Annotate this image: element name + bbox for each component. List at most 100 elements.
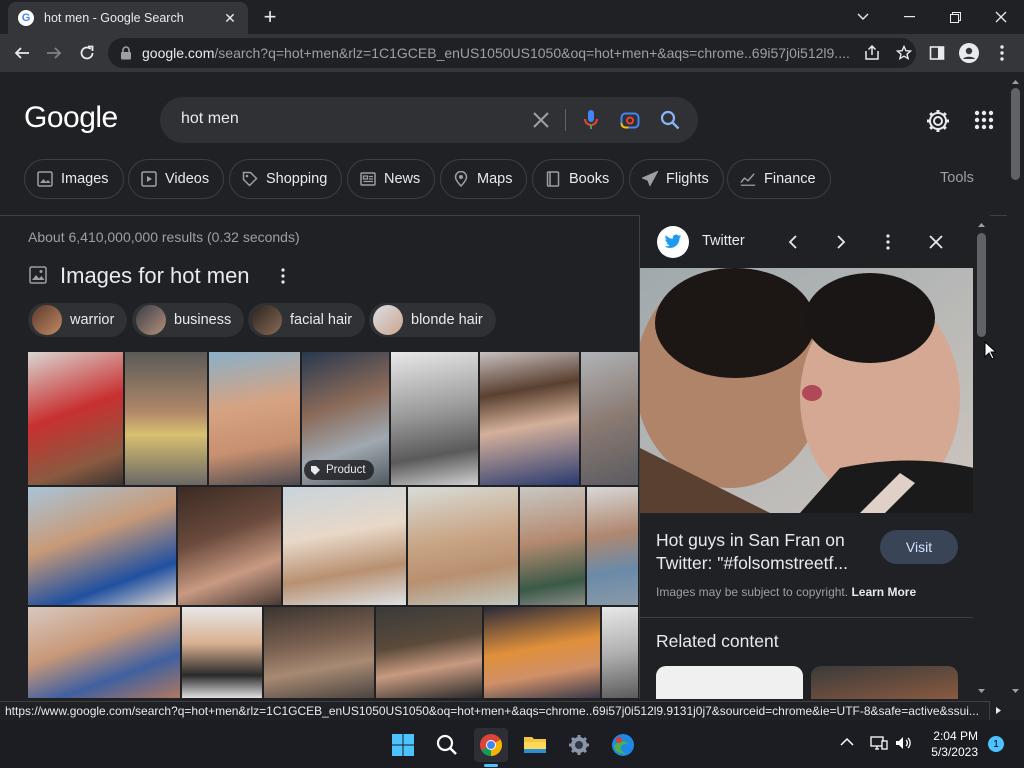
share-icon[interactable] bbox=[864, 45, 880, 61]
images-heading[interactable]: Images for hot men bbox=[60, 263, 250, 289]
new-tab-button[interactable]: + bbox=[258, 6, 282, 30]
chrome-taskbar-icon[interactable] bbox=[474, 728, 508, 762]
windows-start-icon[interactable] bbox=[386, 728, 420, 762]
show-hidden-icons-icon[interactable] bbox=[840, 737, 854, 747]
image-result[interactable] bbox=[480, 352, 579, 485]
refine-chip-warrior[interactable]: warrior bbox=[28, 303, 128, 337]
clear-search-icon[interactable] bbox=[532, 111, 550, 129]
side-panel-icon[interactable] bbox=[925, 41, 949, 65]
avatar bbox=[136, 305, 166, 335]
volume-icon[interactable] bbox=[895, 736, 913, 750]
more-options-icon[interactable] bbox=[876, 230, 900, 254]
search-divider bbox=[565, 109, 566, 131]
search-input[interactable]: hot men bbox=[181, 110, 239, 128]
image-result[interactable] bbox=[520, 487, 585, 605]
chip-books[interactable]: Books bbox=[532, 159, 625, 199]
search-box[interactable]: hot men bbox=[160, 97, 698, 143]
settings-gear-icon[interactable] bbox=[925, 108, 951, 134]
image-result[interactable] bbox=[28, 487, 176, 605]
address-bar[interactable]: google.com/search?q=hot+men&rlz=1C1GCEB_… bbox=[108, 38, 916, 68]
close-window-button[interactable] bbox=[983, 4, 1019, 30]
edge-browser-icon[interactable] bbox=[606, 728, 640, 762]
windows-taskbar: 2:04 PM 5/3/2023 1 bbox=[0, 720, 1024, 768]
preview-title[interactable]: Hot guys in San Fran on Twitter: "#folso… bbox=[656, 529, 876, 575]
chip-finance[interactable]: Finance bbox=[727, 159, 831, 199]
url-text[interactable]: google.com/search?q=hot+men&rlz=1C1GCEB_… bbox=[142, 45, 852, 61]
minimize-button[interactable] bbox=[891, 4, 927, 30]
chip-news[interactable]: News bbox=[347, 159, 436, 199]
image-result[interactable] bbox=[408, 487, 518, 605]
refine-chip-blonde-hair[interactable]: blonde hair bbox=[369, 303, 496, 337]
restore-button[interactable] bbox=[937, 4, 973, 30]
previous-image-icon[interactable] bbox=[781, 230, 805, 254]
refine-chip-business[interactable]: business bbox=[132, 303, 245, 337]
google-logo[interactable]: Google bbox=[24, 101, 118, 135]
image-result[interactable] bbox=[264, 607, 374, 698]
product-badge: Product bbox=[304, 460, 374, 480]
next-image-icon[interactable] bbox=[829, 230, 853, 254]
lens-search-icon[interactable] bbox=[620, 110, 640, 130]
more-options-icon[interactable] bbox=[281, 268, 285, 284]
visit-button[interactable]: Visit bbox=[880, 530, 958, 564]
tools-button[interactable]: Tools bbox=[940, 170, 974, 186]
map-pin-icon bbox=[453, 171, 469, 187]
learn-more-link[interactable]: Learn More bbox=[851, 585, 916, 599]
image-result[interactable] bbox=[28, 607, 180, 698]
tab-search-button[interactable] bbox=[845, 4, 881, 30]
plane-icon bbox=[642, 171, 658, 187]
reload-button[interactable] bbox=[75, 41, 99, 65]
file-explorer-icon[interactable] bbox=[518, 728, 552, 762]
finance-chart-icon bbox=[740, 171, 756, 187]
taskbar-search-icon[interactable] bbox=[430, 728, 464, 762]
image-result[interactable] bbox=[587, 487, 638, 605]
image-result[interactable] bbox=[581, 352, 638, 485]
browser-menu-icon[interactable] bbox=[990, 41, 1014, 65]
profile-avatar-icon[interactable] bbox=[957, 41, 981, 65]
copyright-notice: Images may be subject to copyright. Lear… bbox=[656, 585, 917, 599]
google-apps-icon[interactable] bbox=[974, 110, 994, 130]
network-icon[interactable] bbox=[870, 736, 888, 750]
chip-shopping[interactable]: Shopping bbox=[229, 159, 343, 199]
browser-tab[interactable]: G hot men - Google Search ✕ bbox=[8, 2, 248, 34]
back-button[interactable] bbox=[10, 41, 34, 65]
lock-icon[interactable] bbox=[120, 46, 132, 60]
forward-button[interactable] bbox=[42, 41, 66, 65]
chip-flights[interactable]: Flights bbox=[629, 159, 724, 199]
video-icon bbox=[141, 171, 157, 187]
image-result[interactable] bbox=[484, 607, 600, 698]
chip-maps[interactable]: Maps bbox=[440, 159, 528, 199]
related-thumbnail[interactable] bbox=[811, 666, 958, 699]
chip-images[interactable]: Images bbox=[24, 159, 124, 199]
image-results-grid bbox=[28, 352, 638, 698]
source-name[interactable]: Twitter bbox=[702, 233, 745, 249]
panel-scrollbar[interactable] bbox=[973, 215, 990, 699]
active-app-indicator bbox=[484, 764, 498, 767]
chip-videos[interactable]: Videos bbox=[128, 159, 225, 199]
image-result[interactable] bbox=[283, 487, 406, 605]
voice-search-icon[interactable] bbox=[583, 109, 599, 131]
image-result[interactable] bbox=[28, 352, 123, 485]
image-result[interactable] bbox=[125, 352, 207, 485]
close-panel-icon[interactable] bbox=[924, 230, 948, 254]
tag-icon bbox=[310, 465, 321, 476]
image-result[interactable] bbox=[178, 487, 281, 605]
settings-taskbar-icon[interactable] bbox=[562, 728, 596, 762]
related-thumbnail[interactable] bbox=[656, 666, 803, 699]
system-clock[interactable]: 2:04 PM 5/3/2023 bbox=[918, 728, 978, 760]
tab-strip: G hot men - Google Search ✕ + bbox=[0, 0, 1024, 34]
twitter-logo-icon[interactable] bbox=[657, 226, 689, 258]
scroll-right-arrow-icon[interactable] bbox=[990, 701, 1007, 720]
search-icon[interactable] bbox=[660, 110, 680, 130]
image-result[interactable] bbox=[602, 607, 638, 698]
image-result[interactable] bbox=[391, 352, 478, 485]
image-result[interactable] bbox=[182, 607, 262, 698]
preview-image[interactable] bbox=[640, 268, 974, 513]
image-result[interactable] bbox=[209, 352, 300, 485]
page-scrollbar[interactable] bbox=[1007, 72, 1024, 700]
image-icon bbox=[29, 266, 47, 284]
image-result[interactable] bbox=[376, 607, 482, 698]
refine-chip-facial-hair[interactable]: facial hair bbox=[248, 303, 366, 337]
notification-badge[interactable]: 1 bbox=[988, 736, 1004, 752]
close-tab-icon[interactable]: ✕ bbox=[222, 10, 238, 26]
bookmark-star-icon[interactable] bbox=[896, 45, 912, 61]
